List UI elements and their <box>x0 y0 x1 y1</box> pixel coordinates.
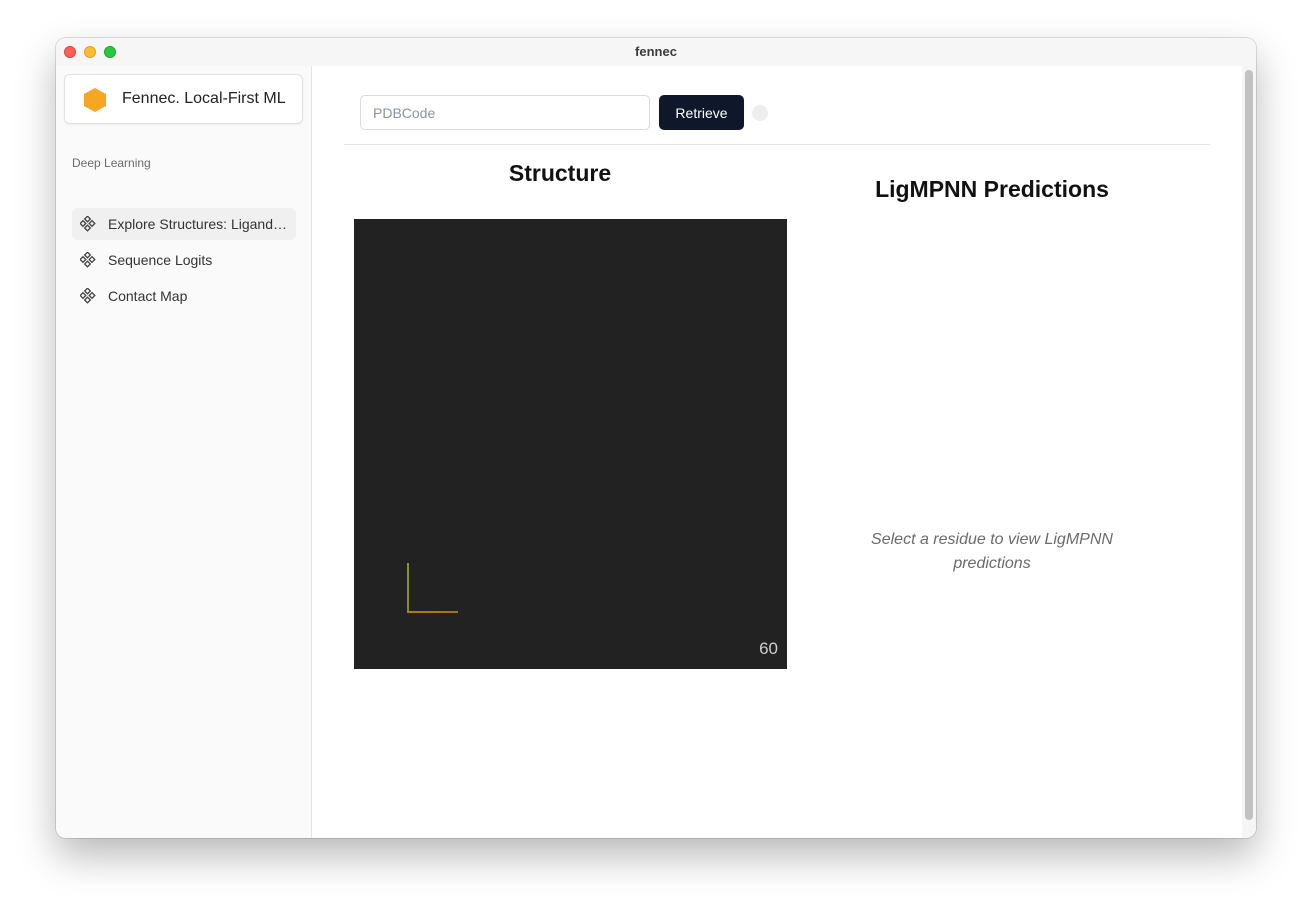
app-window: fennec Fennec. Local-First ML Deep Learn… <box>56 38 1256 838</box>
loading-indicator <box>752 105 768 121</box>
diamond-nodes-icon <box>79 287 96 309</box>
fps-counter: 60 <box>759 639 778 658</box>
section-label-deep-learning: Deep Learning <box>72 156 151 170</box>
pdb-code-input[interactable] <box>360 95 650 130</box>
predictions-heading: LigMPNN Predictions <box>875 176 1109 202</box>
title-bar: fennec <box>56 38 1256 66</box>
window-title: fennec <box>635 44 677 59</box>
sidebar-item-label: Sequence Logits <box>108 252 213 268</box>
main-content: Retrieve Structure 60 LigMPNN Prediction… <box>312 66 1242 838</box>
structure-heading: Structure <box>508 160 612 186</box>
predictions-empty-state: Select a residue to view LigMPNN predict… <box>871 531 1113 572</box>
diamond-nodes-icon <box>79 215 96 237</box>
sidebar-item-explore-structures[interactable]: Explore Structures: Ligand… <box>72 208 296 240</box>
brand-name: Fennec. Local-First ML <box>122 90 286 107</box>
structure-viewer-canvas[interactable]: 60 <box>354 219 787 669</box>
axis-x-indicator <box>407 611 458 613</box>
hexagon-logo-icon <box>83 87 107 118</box>
brand-header[interactable]: Fennec. Local-First ML <box>64 74 303 124</box>
vertical-scrollbar[interactable] <box>1242 66 1256 838</box>
retrieve-button[interactable]: Retrieve <box>659 95 744 130</box>
sidebar-item-contact-map[interactable]: Contact Map <box>72 280 296 312</box>
sidebar: Fennec. Local-First ML Deep Learning Exp… <box>56 66 312 838</box>
sidebar-item-label: Explore Structures: Ligand… <box>108 216 287 232</box>
divider <box>344 144 1210 145</box>
sidebar-item-label: Contact Map <box>108 288 188 304</box>
diamond-nodes-icon <box>79 251 96 273</box>
axis-y-indicator <box>407 563 409 613</box>
sidebar-item-sequence-logits[interactable]: Sequence Logits <box>72 244 296 276</box>
scrollbar-thumb[interactable] <box>1245 70 1253 820</box>
